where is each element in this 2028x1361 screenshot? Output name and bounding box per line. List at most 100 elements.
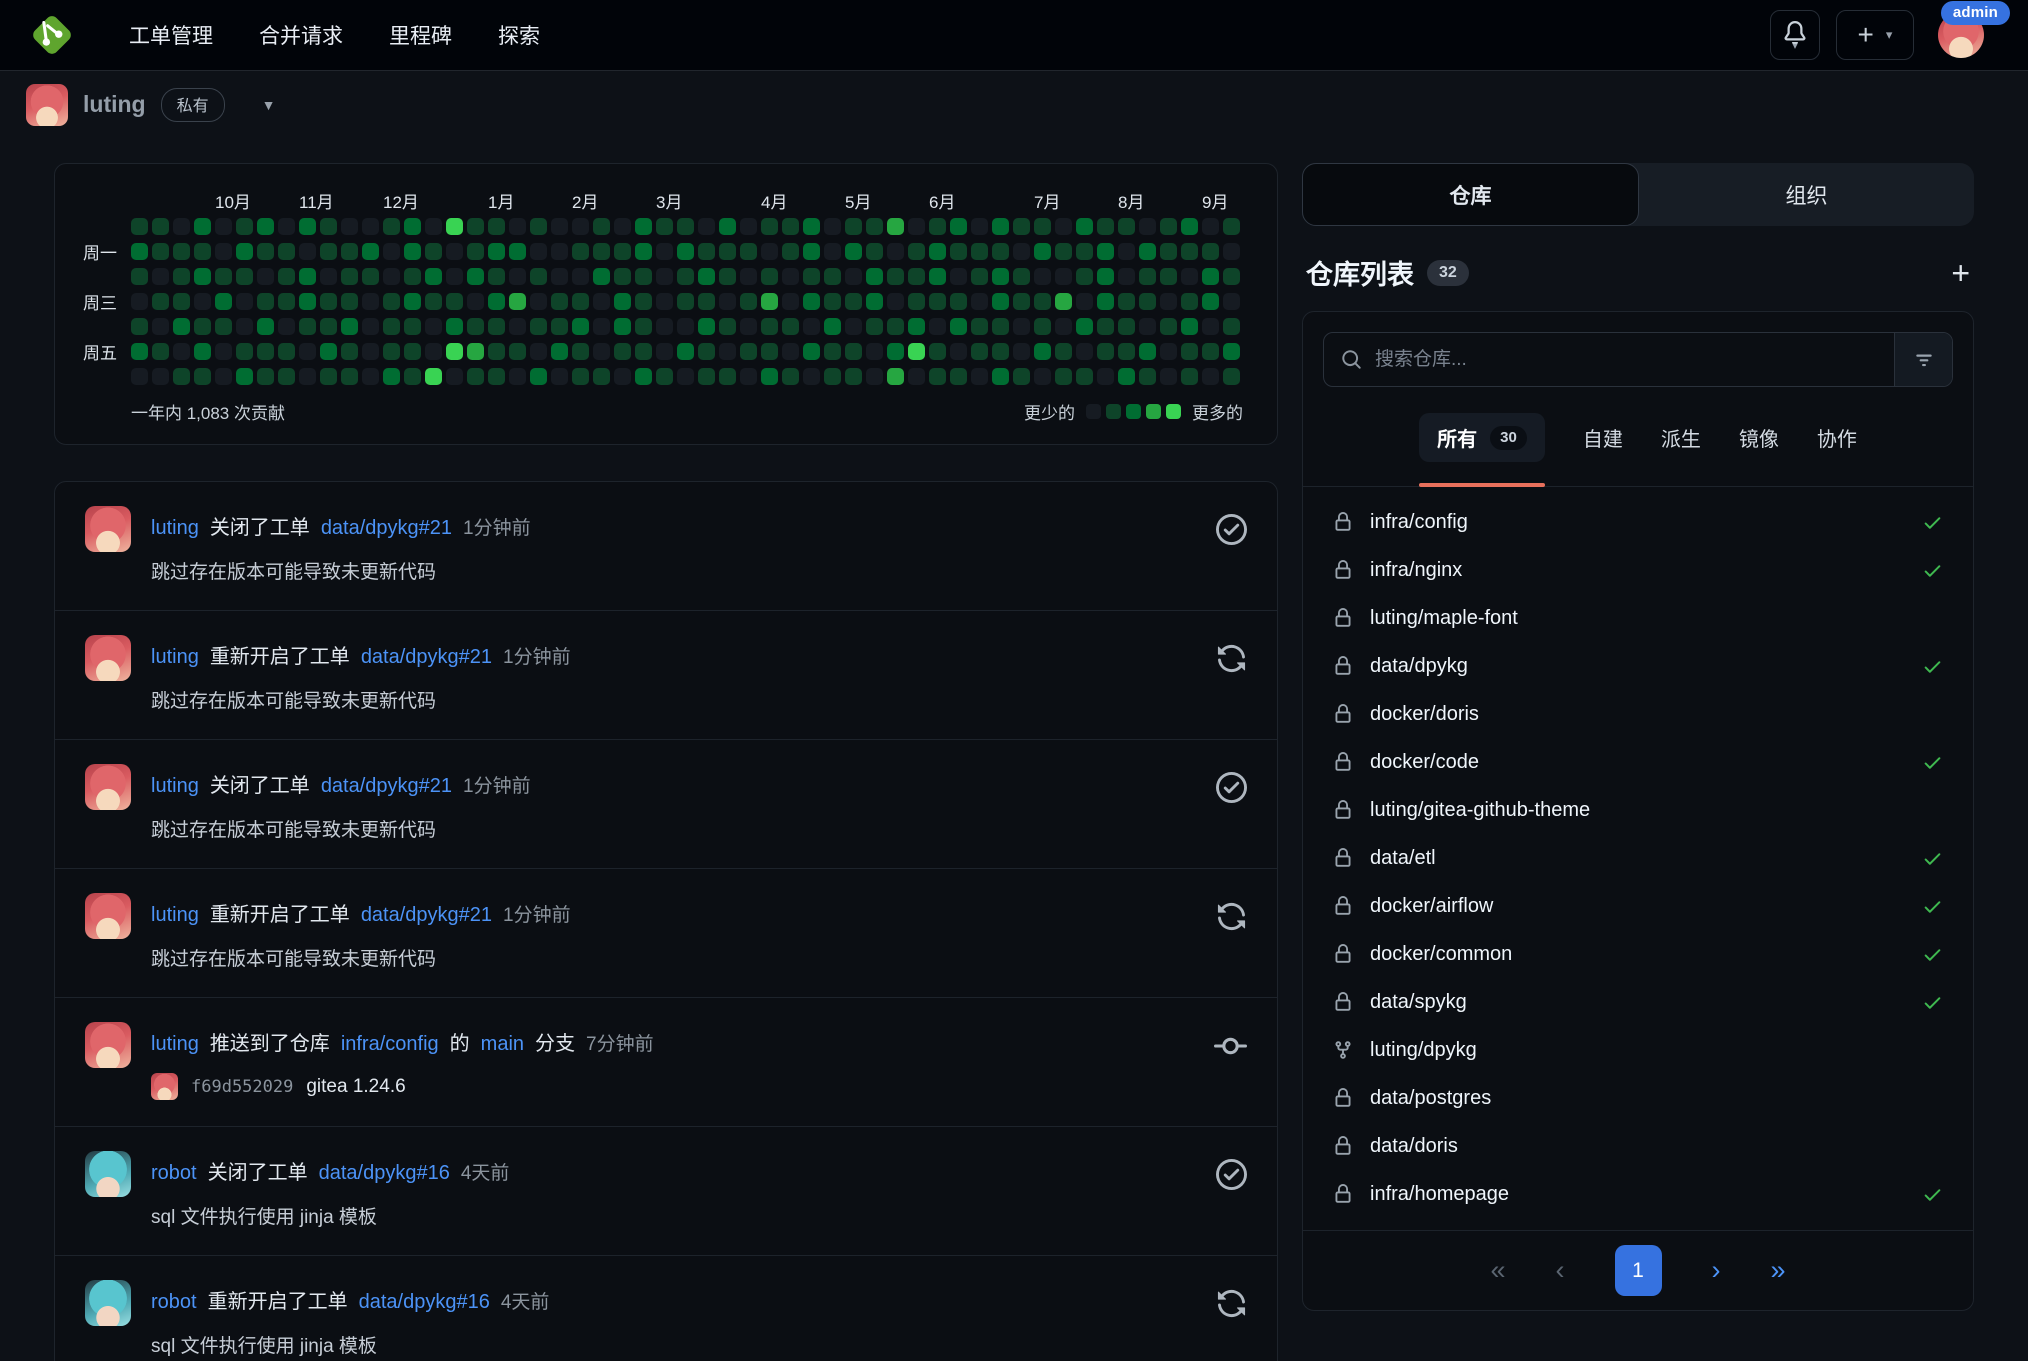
feed-link[interactable]: data/dpykg#21: [321, 775, 452, 798]
heatmap-cell[interactable]: [341, 218, 358, 235]
commit-hash-link[interactable]: f69d552029: [191, 1077, 293, 1097]
heatmap-cell[interactable]: [1097, 218, 1114, 235]
heatmap-cell[interactable]: [803, 268, 820, 285]
heatmap-cell[interactable]: [677, 218, 694, 235]
heatmap-cell[interactable]: [1055, 343, 1072, 360]
repo-name-link[interactable]: docker/code: [1370, 751, 1479, 774]
heatmap-cell[interactable]: [1202, 318, 1219, 335]
heatmap-cell[interactable]: [572, 368, 589, 385]
heatmap-cell[interactable]: [845, 218, 862, 235]
heatmap-cell[interactable]: [761, 368, 778, 385]
heatmap-cell[interactable]: [278, 268, 295, 285]
heatmap-cell[interactable]: [803, 343, 820, 360]
heatmap-cell[interactable]: [929, 268, 946, 285]
heatmap-cell[interactable]: [635, 268, 652, 285]
heatmap-cell[interactable]: [761, 318, 778, 335]
avatar[interactable]: [85, 1022, 131, 1068]
heatmap-cell[interactable]: [698, 218, 715, 235]
heatmap-cell[interactable]: [887, 368, 904, 385]
heatmap-cell[interactable]: [488, 318, 505, 335]
heatmap-cell[interactable]: [1055, 268, 1072, 285]
heatmap-cell[interactable]: [425, 218, 442, 235]
heatmap-cell[interactable]: [1202, 343, 1219, 360]
heatmap-cell[interactable]: [971, 218, 988, 235]
heatmap-cell[interactable]: [593, 368, 610, 385]
heatmap-cell[interactable]: [782, 268, 799, 285]
heatmap-cell[interactable]: [929, 293, 946, 310]
heatmap-cell[interactable]: [1223, 268, 1240, 285]
heatmap-cell[interactable]: [1223, 318, 1240, 335]
heatmap-cell[interactable]: [887, 218, 904, 235]
heatmap-cell[interactable]: [509, 243, 526, 260]
heatmap-cell[interactable]: [992, 293, 1009, 310]
heatmap-cell[interactable]: [887, 268, 904, 285]
heatmap-cell[interactable]: [1139, 318, 1156, 335]
heatmap-cell[interactable]: [845, 343, 862, 360]
heatmap-cell[interactable]: [866, 343, 883, 360]
heatmap-cell[interactable]: [824, 243, 841, 260]
heatmap-cell[interactable]: [1013, 243, 1030, 260]
heatmap-cell[interactable]: [194, 218, 211, 235]
heatmap-cell[interactable]: [509, 218, 526, 235]
heatmap-cell[interactable]: [971, 318, 988, 335]
heatmap-cell[interactable]: [992, 318, 1009, 335]
heatmap-cell[interactable]: [215, 368, 232, 385]
filter-tab-forks[interactable]: 派生: [1661, 423, 1701, 452]
repo-list-item[interactable]: infra/homepage: [1303, 1170, 1973, 1218]
feed-link[interactable]: luting: [151, 904, 199, 927]
heatmap-cell[interactable]: [446, 293, 463, 310]
heatmap-cell[interactable]: [1202, 243, 1219, 260]
heatmap-cell[interactable]: [971, 368, 988, 385]
heatmap-cell[interactable]: [572, 218, 589, 235]
heatmap-cell[interactable]: [383, 318, 400, 335]
heatmap-cell[interactable]: [971, 343, 988, 360]
heatmap-cell[interactable]: [278, 343, 295, 360]
heatmap-cell[interactable]: [425, 318, 442, 335]
heatmap-cell[interactable]: [173, 243, 190, 260]
heatmap-cell[interactable]: [950, 368, 967, 385]
repo-name-link[interactable]: docker/airflow: [1370, 895, 1493, 918]
heatmap-cell[interactable]: [467, 318, 484, 335]
tab-organizations[interactable]: 组织: [1639, 163, 1974, 226]
heatmap-cell[interactable]: [656, 293, 673, 310]
repo-name-link[interactable]: luting/dpykg: [1370, 1039, 1477, 1062]
heatmap-cell[interactable]: [866, 243, 883, 260]
avatar[interactable]: [85, 893, 131, 939]
heatmap-cell[interactable]: [845, 318, 862, 335]
heatmap-cell[interactable]: [467, 268, 484, 285]
filter-tab-sources[interactable]: 自建: [1583, 423, 1623, 452]
create-new-button[interactable]: + ▾: [1836, 10, 1914, 60]
heatmap-cell[interactable]: [803, 243, 820, 260]
search-input[interactable]: [1375, 349, 1877, 371]
heatmap-cell[interactable]: [635, 293, 652, 310]
heatmap-cell[interactable]: [1118, 268, 1135, 285]
heatmap-cell[interactable]: [257, 318, 274, 335]
heatmap-cell[interactable]: [488, 218, 505, 235]
heatmap-cell[interactable]: [824, 343, 841, 360]
heatmap-cell[interactable]: [656, 343, 673, 360]
heatmap-cell[interactable]: [1202, 218, 1219, 235]
heatmap-cell[interactable]: [1160, 293, 1177, 310]
heatmap-cell[interactable]: [1181, 243, 1198, 260]
heatmap-cell[interactable]: [1034, 368, 1051, 385]
heatmap-cell[interactable]: [425, 268, 442, 285]
heatmap-cell[interactable]: [719, 318, 736, 335]
heatmap-cell[interactable]: [299, 268, 316, 285]
heatmap-cell[interactable]: [362, 318, 379, 335]
heatmap-cell[interactable]: [1097, 293, 1114, 310]
repo-list-item[interactable]: luting/maple-font: [1303, 594, 1973, 642]
heatmap-cell[interactable]: [488, 243, 505, 260]
heatmap-cell[interactable]: [1139, 243, 1156, 260]
repo-name-link[interactable]: data/dpykg: [1370, 655, 1468, 678]
heatmap-cell[interactable]: [908, 218, 925, 235]
heatmap-cell[interactable]: [299, 318, 316, 335]
heatmap-cell[interactable]: [866, 368, 883, 385]
heatmap-cell[interactable]: [761, 343, 778, 360]
feed-link[interactable]: luting: [151, 1033, 199, 1056]
repo-list-item[interactable]: luting/gitea-github-theme: [1303, 786, 1973, 834]
repo-list-item[interactable]: data/spykg: [1303, 978, 1973, 1026]
heatmap-cell[interactable]: [698, 318, 715, 335]
heatmap-cell[interactable]: [1202, 268, 1219, 285]
heatmap-cell[interactable]: [740, 368, 757, 385]
heatmap-cell[interactable]: [1013, 218, 1030, 235]
